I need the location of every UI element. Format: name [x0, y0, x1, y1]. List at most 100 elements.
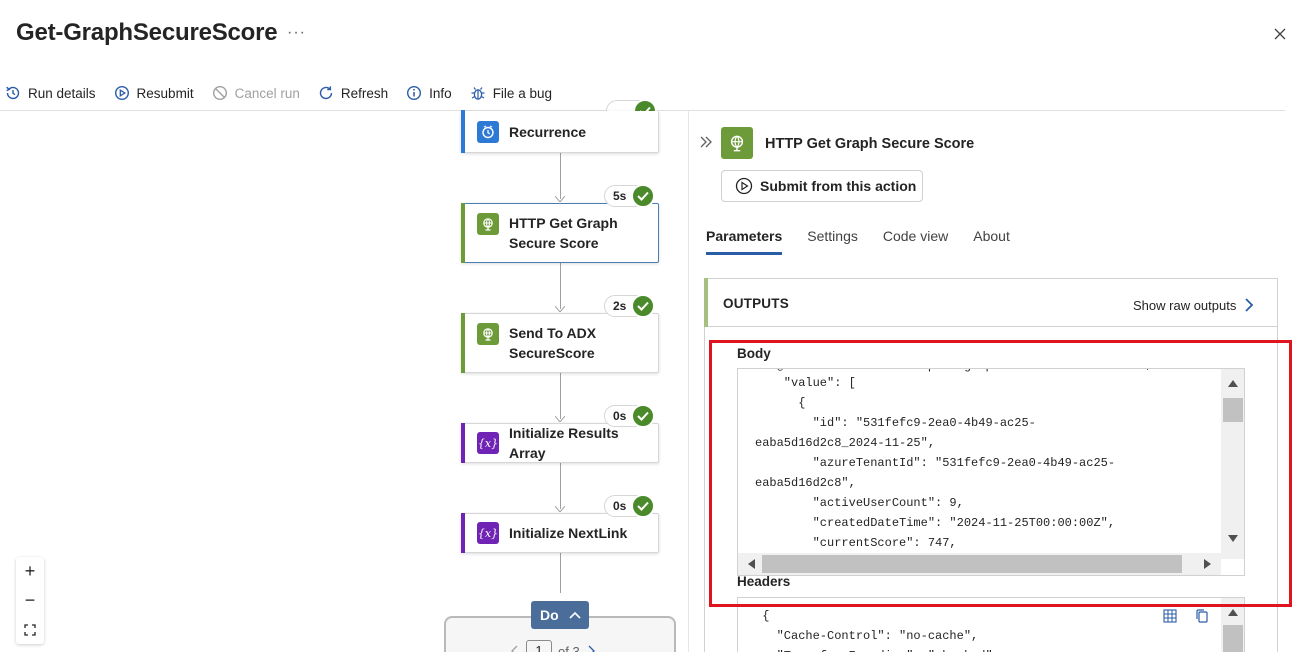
do-scope-header[interactable]: Do: [531, 601, 589, 629]
resubmit-label: Resubmit: [136, 85, 194, 101]
info-label: Info: [429, 85, 452, 101]
cancel-run-button[interactable]: Cancel run: [211, 84, 300, 102]
node-accent: [461, 513, 465, 553]
zoom-controls: + −: [16, 557, 44, 644]
zoom-in-button[interactable]: +: [16, 557, 44, 586]
run-details-label: Run details: [28, 85, 96, 101]
init-results-status-badge: 0s: [604, 404, 656, 428]
scroll-thumb[interactable]: [1223, 625, 1243, 652]
fit-view-button[interactable]: [16, 615, 44, 644]
body-code: "value": [ { "id": "531fefc9-2ea0-4b49-a…: [755, 376, 1116, 550]
scroll-down-icon[interactable]: [1228, 535, 1238, 542]
node-accent: [461, 423, 465, 463]
info-button[interactable]: Info: [405, 84, 452, 102]
node-label-line2: Secure Score: [509, 235, 599, 251]
scroll-up-icon[interactable]: [1228, 609, 1238, 616]
headers-code: { "Cache-Control": "no-cache", "Transfer…: [762, 609, 1000, 652]
app-root: Get-GraphSecureScore ··· Run details Res…: [0, 0, 1293, 652]
node-accent: [461, 313, 465, 373]
scroll-left-icon[interactable]: [748, 559, 755, 569]
body-label: Body: [737, 346, 771, 361]
body-horizontal-scrollbar[interactable]: [738, 553, 1221, 575]
chevron-right-icon[interactable]: [586, 645, 596, 652]
more-options-icon[interactable]: ···: [287, 24, 306, 42]
headers-tools: [1162, 608, 1210, 624]
connector: [560, 153, 561, 199]
file-bug-button[interactable]: File a bug: [469, 84, 552, 102]
resubmit-button[interactable]: Resubmit: [113, 84, 194, 102]
flow-node-recurrence[interactable]: Recurrence: [461, 110, 659, 153]
connector: [560, 373, 561, 419]
close-icon[interactable]: [1270, 24, 1290, 44]
page-title: Get-GraphSecureScore: [16, 19, 278, 46]
resubmit-icon: [114, 85, 129, 101]
page-number-input[interactable]: 1: [526, 640, 552, 652]
file-bug-label: File a bug: [492, 85, 552, 101]
copy-icon[interactable]: [1194, 608, 1210, 624]
http-globe-icon: [477, 213, 499, 235]
scroll-up-icon[interactable]: [1228, 380, 1238, 387]
collapse-panel-icon[interactable]: [699, 134, 713, 150]
node-accent: [461, 110, 465, 153]
scroll-right-icon[interactable]: [1204, 559, 1211, 569]
node-label: Initialize NextLink: [509, 525, 628, 541]
headers-vertical-scrollbar[interactable]: [1221, 598, 1244, 652]
refresh-button[interactable]: Refresh: [317, 84, 388, 102]
tab-about[interactable]: About: [973, 228, 1010, 255]
headers-label: Headers: [737, 574, 791, 589]
zoom-out-button[interactable]: −: [16, 586, 44, 615]
clock-icon: [477, 120, 499, 143]
tab-parameters[interactable]: Parameters: [706, 228, 783, 255]
flow-node-initialize-nextlink[interactable]: {x} Initialize NextLink: [461, 513, 659, 553]
connector: [560, 263, 561, 309]
connector-arrow-icon: [555, 306, 565, 312]
chevron-up-icon: [569, 611, 581, 619]
connector-arrow-icon: [555, 416, 565, 422]
toolbar: Run details Resubmit Cancel run Refresh …: [4, 82, 569, 104]
send-adx-status-badge: 2s: [604, 294, 656, 318]
outputs-accent: [704, 278, 708, 327]
flow-node-http-get-graph-secure-score[interactable]: HTTP Get Graph Secure Score: [461, 203, 659, 263]
connector-arrow-icon: [555, 506, 565, 512]
body-vertical-scrollbar[interactable]: [1221, 369, 1244, 559]
node-label-line2: SecureScore: [509, 345, 595, 361]
designer-canvas[interactable]: [0, 111, 688, 652]
node-label-line1: Send To ADX: [509, 325, 597, 341]
scroll-thumb[interactable]: [1223, 398, 1243, 422]
table-view-icon[interactable]: [1162, 608, 1178, 624]
node-label-line1: HTTP Get Graph: [509, 215, 618, 231]
success-check-icon: [631, 494, 656, 518]
play-circle-icon: [735, 177, 753, 195]
info-icon: [407, 85, 422, 101]
success-check-icon: [631, 404, 656, 428]
run-details-button[interactable]: Run details: [4, 84, 96, 102]
submit-from-action-button[interactable]: Submit from this action: [721, 170, 923, 202]
init-nextlink-status-badge: 0s: [604, 494, 656, 518]
flow-node-send-to-adx-securescore[interactable]: Send To ADX SecureScore: [461, 313, 659, 373]
connector: [560, 553, 561, 593]
node-accent: [461, 203, 465, 263]
fit-view-icon: [24, 623, 36, 636]
outputs-title: OUTPUTS: [723, 296, 789, 311]
page-total-label: of 3: [558, 643, 580, 652]
chevron-left-icon[interactable]: [510, 645, 520, 652]
node-label: Recurrence: [509, 123, 587, 140]
scroll-thumb[interactable]: [762, 555, 1182, 573]
variable-icon: {x}: [477, 522, 499, 544]
submit-label: Submit from this action: [760, 178, 917, 194]
tab-code-view[interactable]: Code view: [883, 228, 948, 255]
flow-node-initialize-results-array[interactable]: {x} Initialize Results Array: [461, 423, 659, 463]
cancel-icon: [212, 85, 227, 101]
http-globe-icon: [477, 323, 499, 345]
node-label: Initialize Results Array: [509, 425, 619, 461]
tab-settings[interactable]: Settings: [807, 228, 858, 255]
show-raw-label: Show raw outputs: [1133, 297, 1237, 313]
headers-code-viewer[interactable]: { "Cache-Control": "no-cache", "Transfer…: [737, 597, 1245, 652]
cancel-run-label: Cancel run: [234, 85, 300, 101]
chevron-right-icon: [1245, 298, 1254, 312]
panel-title: HTTP Get Graph Secure Score: [765, 136, 975, 152]
http-action-icon: [721, 127, 753, 159]
body-code-viewer[interactable]: "@odata.context": "https://graph.microso…: [737, 368, 1245, 576]
refresh-label: Refresh: [340, 85, 389, 101]
show-raw-outputs-link[interactable]: Show raw outputs: [1133, 297, 1254, 313]
